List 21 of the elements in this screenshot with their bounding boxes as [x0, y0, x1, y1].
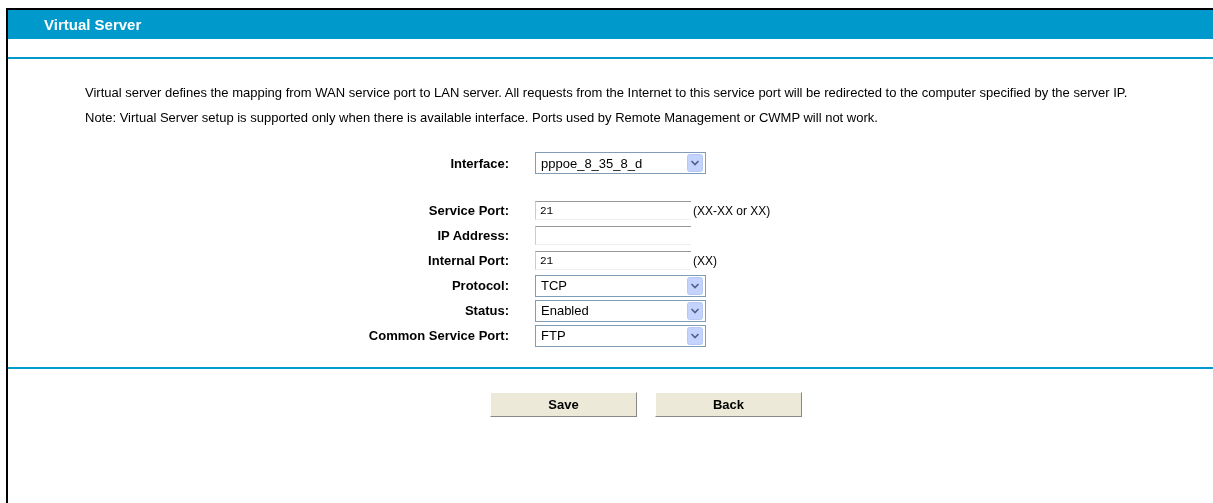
dropdown-select[interactable]: TCP [535, 274, 706, 297]
dropdown-select[interactable]: FTP [535, 324, 706, 347]
field-label: Common Service Port: [367, 328, 510, 343]
field-label: Interface: [449, 155, 510, 171]
description-text: Note: Virtual Server setup is supported only when there is available interface. Ports used by Remote Management or CWMP will not work. [85, 109, 879, 127]
description-text: Virtual server defines the mapping from WAN service port to LAN server. All requests from the Internet to this service port will be redirected to the computer specified by the server IP. [85, 84, 1129, 102]
form-button[interactable]: Save [490, 392, 637, 417]
form-button[interactable]: Back [655, 392, 802, 417]
field-label: Service Port: [427, 203, 510, 218]
field-label: Internal Port: [427, 253, 510, 268]
input-field[interactable]: 21 [535, 201, 691, 220]
interface-select[interactable]: pppoe_8_35_8_d [535, 152, 706, 174]
dropdown-select[interactable]: Enabled [535, 299, 706, 322]
format-hint: (XX) [693, 253, 717, 268]
field-label: Status: [463, 303, 510, 318]
format-hint: (XX-XX or XX) [693, 203, 771, 218]
field-label: Protocol: [450, 278, 510, 293]
input-field[interactable] [535, 226, 691, 245]
page-title: Virtual Server [44, 16, 142, 33]
field-label: IP Address: [436, 228, 510, 243]
input-field[interactable]: 21 [535, 251, 691, 270]
